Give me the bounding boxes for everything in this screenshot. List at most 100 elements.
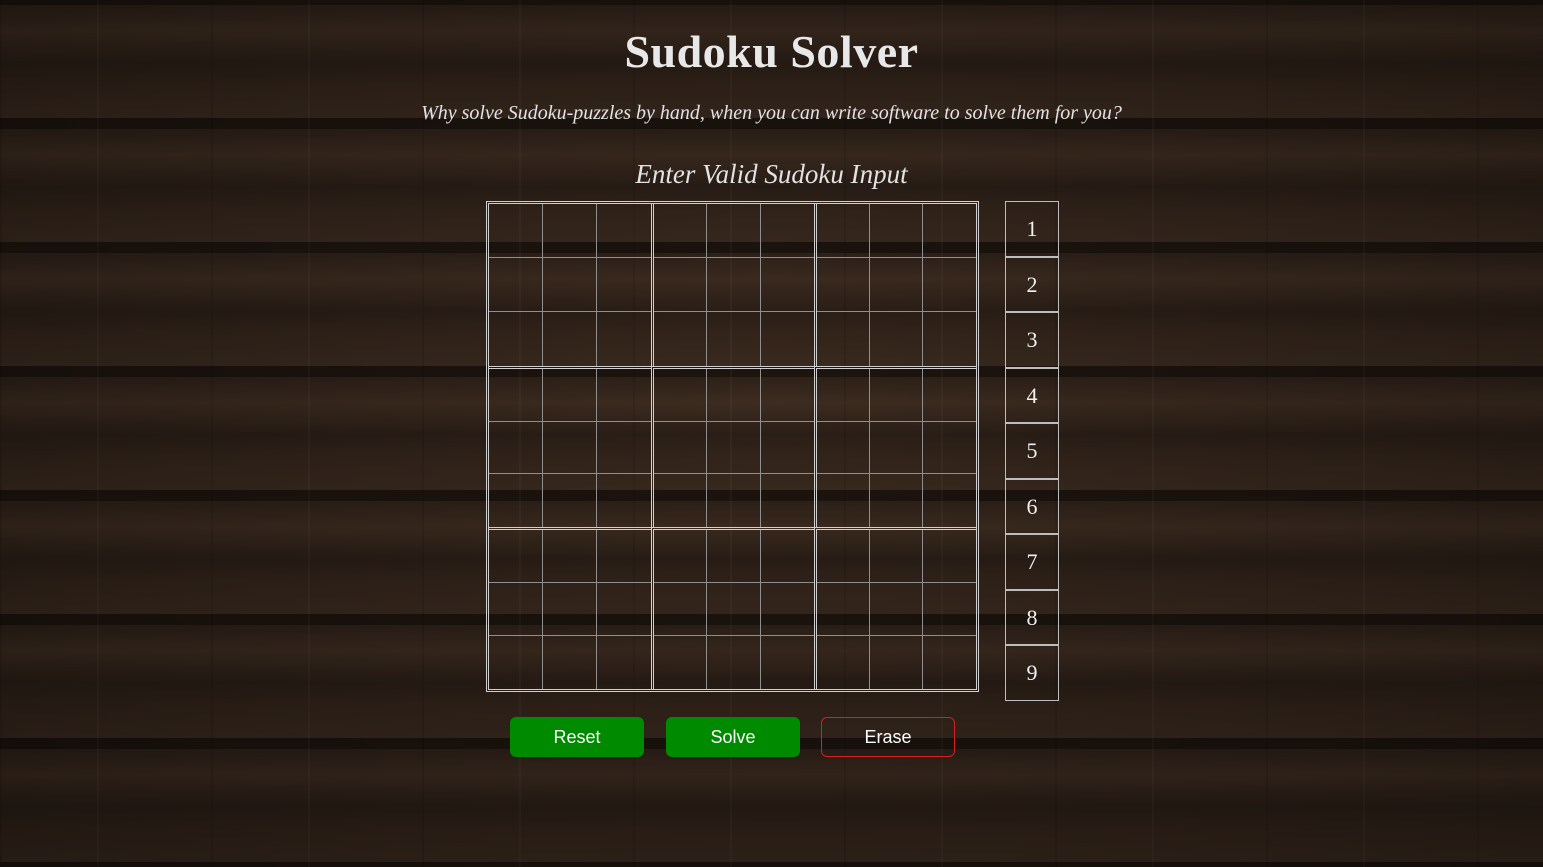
number-key-9[interactable]: 9 bbox=[1005, 645, 1059, 701]
sudoku-cell[interactable] bbox=[543, 204, 598, 258]
number-key-4[interactable]: 4 bbox=[1005, 367, 1059, 423]
number-key-5[interactable]: 5 bbox=[1005, 423, 1059, 479]
number-key-7[interactable]: 7 bbox=[1005, 534, 1059, 590]
sudoku-cell[interactable] bbox=[543, 257, 598, 312]
sudoku-cell[interactable] bbox=[543, 636, 598, 689]
sudoku-box bbox=[489, 204, 652, 366]
sudoku-cell[interactable] bbox=[869, 636, 923, 689]
sudoku-cell[interactable] bbox=[489, 583, 544, 637]
sudoku-cell[interactable] bbox=[489, 530, 544, 584]
sudoku-cell[interactable] bbox=[760, 368, 814, 422]
sudoku-cell[interactable] bbox=[760, 583, 814, 637]
sudoku-cell[interactable] bbox=[760, 257, 814, 312]
sudoku-cell[interactable] bbox=[760, 636, 814, 689]
sudoku-cell[interactable] bbox=[816, 421, 870, 475]
sudoku-cell[interactable] bbox=[707, 474, 761, 528]
sudoku-cell[interactable] bbox=[597, 257, 652, 312]
sudoku-cell[interactable] bbox=[489, 257, 544, 312]
sudoku-cell[interactable] bbox=[707, 421, 761, 475]
sudoku-cell[interactable] bbox=[597, 204, 652, 258]
sudoku-cell[interactable] bbox=[760, 530, 814, 584]
sudoku-cell[interactable] bbox=[869, 368, 923, 422]
sudoku-cell[interactable] bbox=[707, 368, 761, 422]
sudoku-cell[interactable] bbox=[597, 530, 652, 584]
number-key-6[interactable]: 6 bbox=[1005, 478, 1059, 534]
sudoku-cell[interactable] bbox=[654, 474, 708, 528]
sudoku-cell[interactable] bbox=[760, 421, 814, 475]
sudoku-cell[interactable] bbox=[869, 257, 923, 312]
sudoku-cell[interactable] bbox=[816, 311, 870, 366]
sudoku-cell[interactable] bbox=[922, 257, 976, 312]
sudoku-cell[interactable] bbox=[707, 257, 761, 312]
sudoku-cell[interactable] bbox=[654, 421, 708, 475]
erase-button[interactable]: Erase bbox=[821, 717, 955, 757]
sudoku-cell[interactable] bbox=[543, 311, 598, 366]
sudoku-cell[interactable] bbox=[922, 530, 976, 584]
sudoku-cell[interactable] bbox=[597, 636, 652, 689]
number-key-2[interactable]: 2 bbox=[1005, 256, 1059, 312]
sudoku-cell[interactable] bbox=[543, 368, 598, 422]
sudoku-cell[interactable] bbox=[654, 368, 708, 422]
sudoku-cell[interactable] bbox=[707, 311, 761, 366]
sudoku-cell[interactable] bbox=[816, 204, 870, 258]
sudoku-cell[interactable] bbox=[760, 311, 814, 366]
sudoku-box bbox=[651, 365, 814, 528]
sudoku-cell[interactable] bbox=[816, 257, 870, 312]
sudoku-cell[interactable] bbox=[597, 368, 652, 422]
sudoku-cell[interactable] bbox=[654, 530, 708, 584]
sudoku-cell[interactable] bbox=[654, 636, 708, 689]
sudoku-cell[interactable] bbox=[922, 421, 976, 475]
sudoku-cell[interactable] bbox=[654, 311, 708, 366]
sudoku-cell[interactable] bbox=[922, 311, 976, 366]
sudoku-cell[interactable] bbox=[922, 583, 976, 637]
number-key-3[interactable]: 3 bbox=[1005, 312, 1059, 368]
sudoku-cell[interactable] bbox=[543, 530, 598, 584]
sudoku-cell[interactable] bbox=[543, 583, 598, 637]
sudoku-cell[interactable] bbox=[597, 474, 652, 528]
sudoku-cell[interactable] bbox=[489, 636, 544, 689]
sudoku-cell[interactable] bbox=[654, 257, 708, 312]
sudoku-cell[interactable] bbox=[707, 583, 761, 637]
sudoku-cell[interactable] bbox=[922, 204, 976, 258]
sudoku-cell[interactable] bbox=[597, 421, 652, 475]
sudoku-cell[interactable] bbox=[489, 204, 544, 258]
sudoku-box bbox=[813, 365, 976, 528]
sudoku-cell[interactable] bbox=[869, 583, 923, 637]
page-subtitle: Why solve Sudoku-puzzles by hand, when y… bbox=[421, 102, 1122, 124]
sudoku-cell[interactable] bbox=[543, 421, 598, 475]
sudoku-cell[interactable] bbox=[654, 204, 708, 258]
sudoku-cell[interactable] bbox=[922, 368, 976, 422]
sudoku-cell[interactable] bbox=[816, 474, 870, 528]
sudoku-cell[interactable] bbox=[489, 368, 544, 422]
sudoku-cell[interactable] bbox=[869, 204, 923, 258]
sudoku-cell[interactable] bbox=[869, 421, 923, 475]
sudoku-box bbox=[489, 527, 652, 689]
sudoku-cell[interactable] bbox=[707, 636, 761, 689]
sudoku-cell[interactable] bbox=[922, 474, 976, 528]
sudoku-cell[interactable] bbox=[869, 474, 923, 528]
sudoku-cell[interactable] bbox=[816, 636, 870, 689]
number-key-1[interactable]: 1 bbox=[1005, 201, 1059, 257]
sudoku-cell[interactable] bbox=[922, 636, 976, 689]
sudoku-cell[interactable] bbox=[816, 583, 870, 637]
sudoku-cell[interactable] bbox=[816, 530, 870, 584]
sudoku-cell[interactable] bbox=[654, 583, 708, 637]
reset-button[interactable]: Reset bbox=[510, 717, 644, 757]
sudoku-cell[interactable] bbox=[707, 530, 761, 584]
sudoku-cell[interactable] bbox=[707, 204, 761, 258]
sudoku-cell[interactable] bbox=[489, 474, 544, 528]
sudoku-cell[interactable] bbox=[869, 311, 923, 366]
sudoku-cell[interactable] bbox=[816, 368, 870, 422]
sudoku-cell[interactable] bbox=[489, 311, 544, 366]
number-key-8[interactable]: 8 bbox=[1005, 589, 1059, 645]
sudoku-cell[interactable] bbox=[597, 311, 652, 366]
sudoku-cell[interactable] bbox=[760, 474, 814, 528]
sudoku-cell[interactable] bbox=[760, 204, 814, 258]
sudoku-cell[interactable] bbox=[543, 474, 598, 528]
sudoku-cell[interactable] bbox=[489, 421, 544, 475]
sudoku-cell[interactable] bbox=[869, 530, 923, 584]
sudoku-board bbox=[486, 201, 979, 692]
sudoku-box bbox=[651, 204, 814, 366]
sudoku-cell[interactable] bbox=[597, 583, 652, 637]
solve-button[interactable]: Solve bbox=[666, 717, 800, 757]
